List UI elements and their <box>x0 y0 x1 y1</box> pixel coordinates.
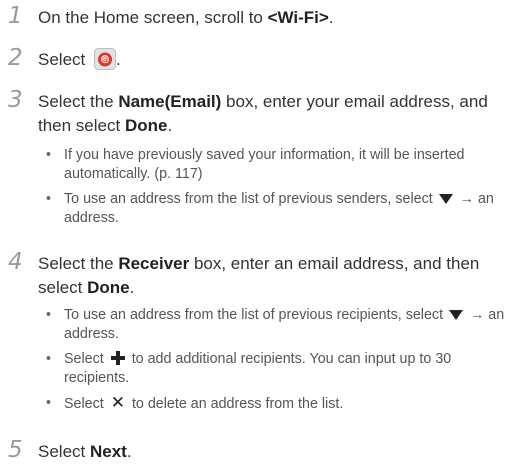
svg-text:@: @ <box>101 55 109 64</box>
wifi-menu-label: <Wi-Fi> <box>267 8 329 27</box>
list-item: Select to add additional recipients. You… <box>42 350 512 388</box>
done-label: Done <box>124 116 168 135</box>
step-number: 5 <box>8 437 23 463</box>
email-app-icon: @ <box>93 48 116 70</box>
step-text: On the Home screen, scroll to <Wi-Fi>. <box>38 8 334 27</box>
done-label: Done <box>87 278 130 297</box>
list-item: To use an address from the list of previ… <box>42 190 512 228</box>
receiver-label: Receiver <box>118 254 190 273</box>
down-triangle-icon <box>438 194 453 205</box>
name-email-label: Name(Email) <box>118 92 222 111</box>
list-item: Select ✕ to delete an address from the l… <box>42 394 512 414</box>
step-number: 3 <box>8 87 23 113</box>
next-label: Next <box>89 442 127 461</box>
step-text: Select the Receiver box, enter an email … <box>38 254 480 297</box>
list-item: To use an address from the list of previ… <box>42 306 512 344</box>
plus-icon <box>110 351 125 365</box>
step-4-bullets: To use an address from the list of previ… <box>42 306 512 420</box>
list-item: If you have previously saved your inform… <box>42 146 512 184</box>
step-number: 1 <box>8 3 23 29</box>
x-icon: ✕ <box>110 393 125 413</box>
step-text: Select @. <box>38 48 121 70</box>
step-number: 2 <box>8 45 23 71</box>
step-text: Select Next. <box>38 442 132 461</box>
step-3-bullets: If you have previously saved your inform… <box>42 146 512 234</box>
down-triangle-icon <box>449 310 464 321</box>
step-number: 4 <box>8 249 23 275</box>
step-text: Select the Name(Email) box, enter your e… <box>38 92 488 135</box>
